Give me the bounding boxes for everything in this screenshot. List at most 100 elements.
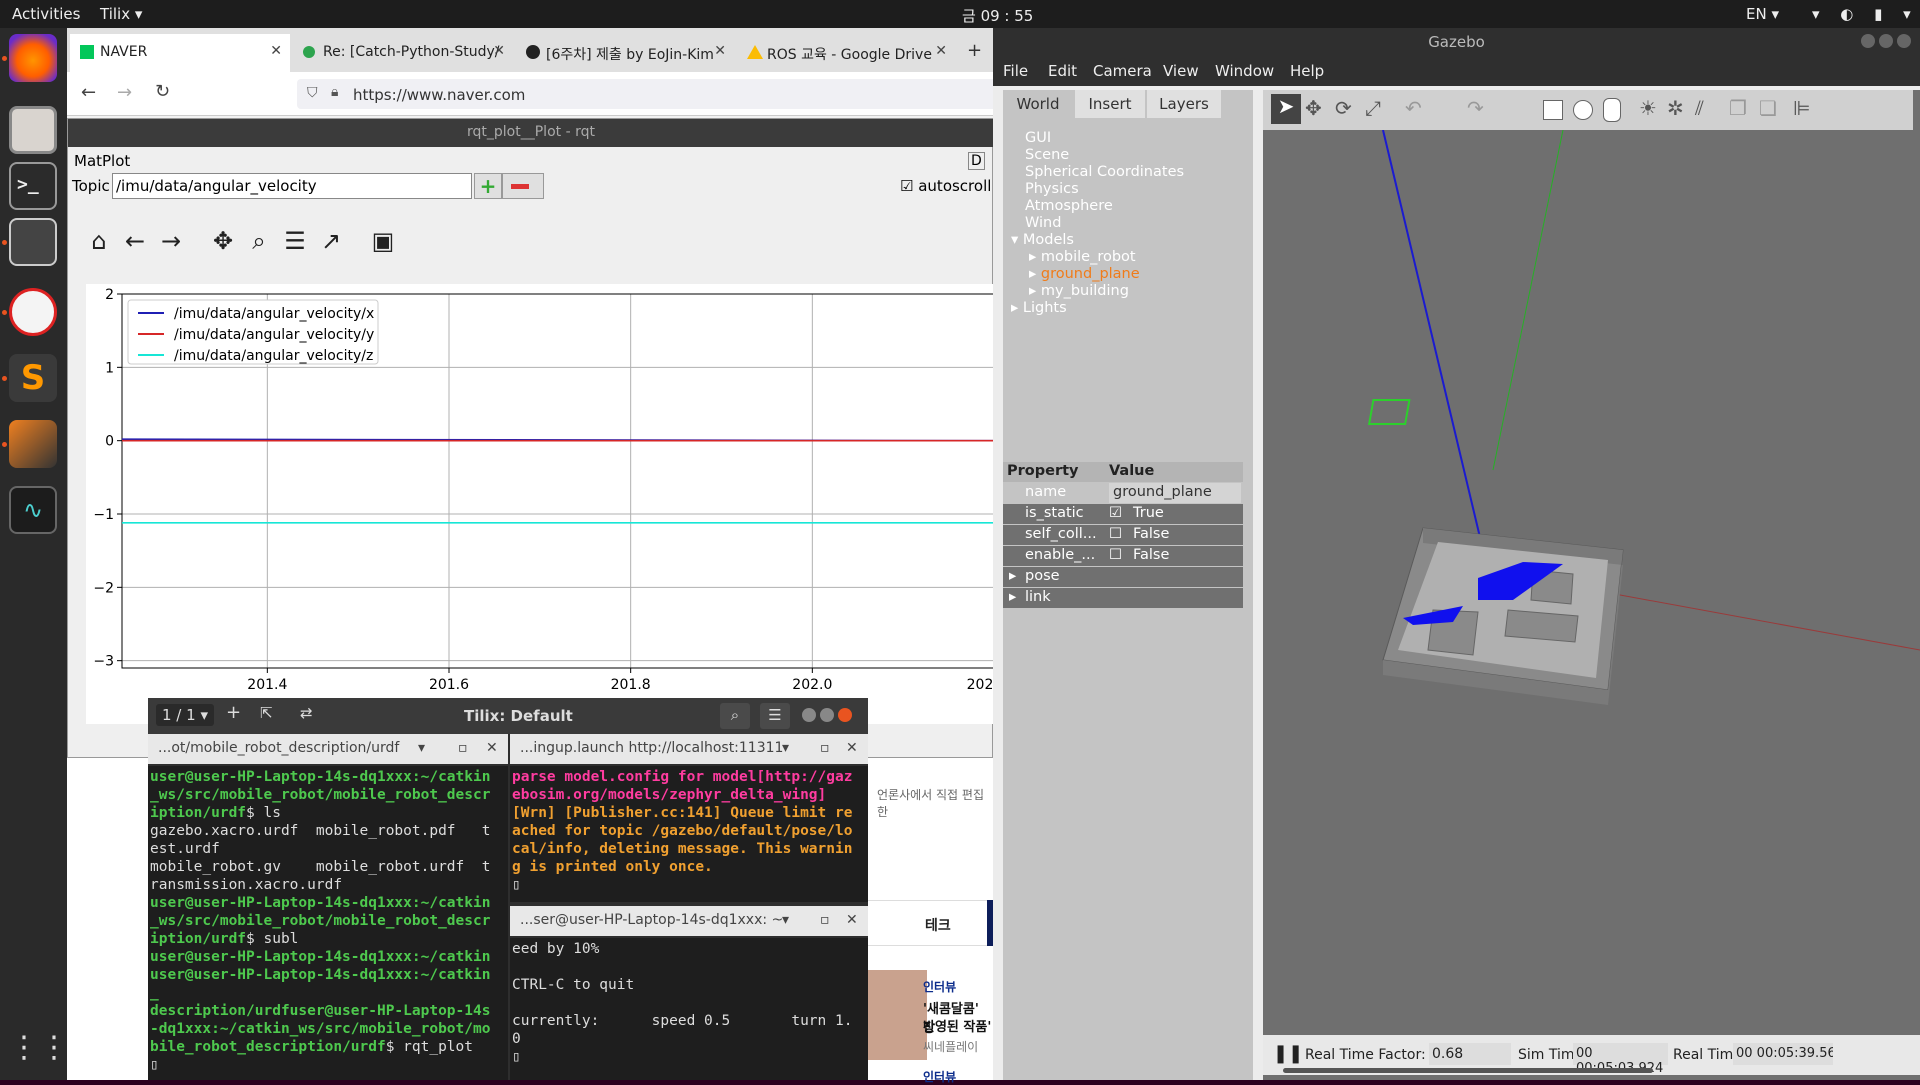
tree-model-ground-plane[interactable]: ▸ ground_plane bbox=[1029, 266, 1140, 282]
spot-light-icon[interactable]: ✲ bbox=[1667, 96, 1684, 120]
terminal-icon[interactable]: >_ bbox=[9, 162, 57, 210]
reload-icon[interactable]: ↻ bbox=[155, 81, 170, 102]
forward-icon[interactable]: → bbox=[117, 82, 132, 103]
minimize-icon[interactable] bbox=[1861, 34, 1875, 48]
close-icon[interactable]: ✕ bbox=[270, 43, 282, 59]
menu-camera[interactable]: Camera bbox=[1093, 62, 1152, 80]
prop-value[interactable]: ground_plane bbox=[1109, 483, 1241, 503]
tree-atmosphere[interactable]: Atmosphere bbox=[1025, 198, 1113, 214]
copy-icon[interactable]: ❐ bbox=[1729, 96, 1747, 120]
tab-layers[interactable]: Layers bbox=[1147, 90, 1221, 118]
chevron-down-icon[interactable]: ▾ bbox=[418, 740, 425, 756]
menu-window[interactable]: Window bbox=[1215, 62, 1274, 80]
zoom-icon[interactable]: ⌕ bbox=[244, 227, 274, 257]
tree-models[interactable]: ▾ Models bbox=[1011, 232, 1074, 248]
checkbox-checked-icon[interactable]: ☑ bbox=[1109, 505, 1122, 521]
pan-icon[interactable]: ✥ bbox=[208, 227, 238, 257]
pause-icon[interactable]: ❚❚ bbox=[1273, 1043, 1303, 1064]
tree-spherical-coordinates[interactable]: Spherical Coordinates bbox=[1025, 164, 1184, 180]
plot-area[interactable]: 2 1 0 −1 −2 −3 201.4 201.6 201.8 202.0 202/imu/dat… bbox=[86, 284, 995, 724]
checkbox-icon[interactable]: ☐ bbox=[1109, 526, 1122, 542]
home-icon[interactable]: ⌂ bbox=[84, 227, 114, 257]
minimize-icon[interactable] bbox=[802, 708, 816, 722]
scale-mode-icon[interactable]: ⤢ bbox=[1365, 96, 1381, 120]
autoscroll-checkbox[interactable]: ☑ autoscroll bbox=[900, 177, 991, 195]
maximize-icon[interactable] bbox=[820, 708, 834, 722]
new-tab-icon[interactable]: + bbox=[967, 40, 982, 61]
add-topic-button[interactable]: + bbox=[474, 173, 502, 199]
maximize-pane-icon[interactable]: ▫ bbox=[458, 740, 468, 756]
search-icon[interactable]: ⌕ bbox=[720, 703, 750, 729]
add-session-icon[interactable]: + bbox=[226, 702, 241, 723]
box-shape-icon[interactable] bbox=[1543, 100, 1563, 120]
news-thumbnail[interactable] bbox=[867, 970, 927, 1060]
redo-icon[interactable]: ↷ bbox=[1467, 96, 1484, 120]
close-pane-icon[interactable]: ✕ bbox=[846, 912, 858, 928]
close-icon[interactable]: ✕ bbox=[935, 43, 947, 59]
pane1-header[interactable]: ...ot/mobile_robot_description/urdf ▾ ▫ … bbox=[148, 734, 508, 764]
tab-world[interactable]: World bbox=[1003, 90, 1073, 118]
tree-gui[interactable]: GUI bbox=[1025, 130, 1051, 146]
save-icon[interactable]: ▣ bbox=[368, 227, 398, 257]
language-indicator[interactable]: EN ▾ bbox=[1746, 5, 1779, 23]
terminal-pane-2[interactable]: parse model.config for model[http://gaz e… bbox=[510, 766, 868, 902]
show-applications-icon[interactable]: ⋮⋮ bbox=[9, 1026, 69, 1074]
maximize-pane-icon[interactable]: ▫ bbox=[820, 912, 830, 928]
maximize-pane-icon[interactable]: ▫ bbox=[820, 740, 830, 756]
close-icon[interactable]: ✕ bbox=[493, 43, 505, 59]
remove-topic-button[interactable] bbox=[502, 173, 544, 199]
maximize-icon[interactable] bbox=[1879, 34, 1893, 48]
terminal-pane-1[interactable]: user@user-HP-Laptop-14s-dq1xxx:~/catkin _… bbox=[148, 766, 508, 1080]
configure-subplots-icon[interactable]: ☰ bbox=[280, 227, 310, 257]
menu-file[interactable]: File bbox=[1003, 62, 1028, 80]
close-icon[interactable] bbox=[1897, 34, 1911, 48]
terminal-pane-3[interactable]: eed by 10% CTRL-C to quit currently: speed… bbox=[510, 938, 868, 1080]
tab-google-drive[interactable]: ROS 교육 - Google Drive ✕ bbox=[737, 34, 955, 72]
tab-github-pr[interactable]: [6주차] 제출 by EoJin-Kim ✕ bbox=[516, 34, 734, 72]
undo-icon[interactable]: ↶ bbox=[1405, 96, 1422, 120]
directional-light-icon[interactable]: ⫽ bbox=[1695, 96, 1704, 120]
line-chart[interactable]: 2 1 0 −1 −2 −3 201.4 201.6 201.8 202.0 202/imu/dat… bbox=[86, 284, 995, 724]
3d-viewport[interactable]: ➤ ✥ ⟳ ⤢ ↶ ↷ ☀ ✲ ⫽ ❐ ❏ ⊫ ❚❚ Real Time Fac… bbox=[1263, 90, 1920, 1080]
tree-scene[interactable]: Scene bbox=[1025, 147, 1069, 163]
news-tab-tech[interactable]: 테크 bbox=[925, 915, 951, 935]
sync-input-icon[interactable]: ⇄ bbox=[300, 704, 313, 722]
prop-row-pose[interactable]: ▸ pose bbox=[1003, 567, 1243, 587]
align-icon[interactable]: ⊫ bbox=[1793, 96, 1810, 120]
point-light-icon[interactable]: ☀ bbox=[1639, 96, 1657, 120]
close-pane-icon[interactable]: ✕ bbox=[846, 740, 858, 756]
translate-mode-icon[interactable]: ✥ bbox=[1305, 96, 1322, 120]
tree-lights[interactable]: ▸ Lights bbox=[1011, 300, 1067, 316]
pane3-header[interactable]: ...ser@user-HP-Laptop-14s-dq1xxx: ~ ▾ ▫ … bbox=[510, 906, 868, 936]
tab-naver[interactable]: NAVER ✕ bbox=[70, 34, 290, 72]
clock[interactable]: 금 09 : 55 bbox=[962, 5, 1033, 26]
sphere-shape-icon[interactable] bbox=[1573, 100, 1593, 120]
tree-model-my-building[interactable]: ▸ my_building bbox=[1029, 283, 1129, 299]
url-input[interactable]: ⛉ 🔒︎ https://www.naver.com bbox=[297, 79, 997, 109]
forward-icon[interactable]: → bbox=[156, 227, 186, 257]
select-mode-icon[interactable]: ➤ bbox=[1271, 94, 1301, 124]
panel-badge[interactable]: D bbox=[968, 152, 985, 170]
menu-icon[interactable]: ☰ bbox=[760, 703, 790, 729]
menu-view[interactable]: View bbox=[1163, 62, 1199, 80]
close-pane-icon[interactable]: ✕ bbox=[486, 740, 498, 756]
topic-input[interactable]: /imu/data/angular_velocity bbox=[112, 173, 472, 199]
tilix-icon[interactable] bbox=[9, 218, 57, 266]
firefox-icon[interactable] bbox=[9, 34, 57, 82]
menu-edit[interactable]: Edit bbox=[1048, 62, 1077, 80]
tab-catch-python[interactable]: Re: [Catch-Python-Study/✕ bbox=[293, 34, 513, 72]
close-icon[interactable] bbox=[838, 708, 852, 722]
viewport-scrollbar[interactable] bbox=[1283, 1068, 1653, 1073]
files-icon[interactable] bbox=[9, 106, 57, 154]
app-menu[interactable]: Tilix ▾ bbox=[100, 5, 142, 23]
chevron-down-icon[interactable]: ▾ bbox=[782, 740, 789, 756]
system-monitor-icon[interactable]: ∿ bbox=[9, 486, 57, 534]
gazebo-icon[interactable] bbox=[9, 420, 57, 468]
rotate-mode-icon[interactable]: ⟳ bbox=[1335, 96, 1352, 120]
sublime-text-icon[interactable]: S bbox=[9, 354, 57, 402]
close-icon[interactable]: ✕ bbox=[714, 43, 726, 59]
system-tray[interactable]: ▾ ◐ ▮ ▾ bbox=[1812, 5, 1919, 23]
chevron-down-icon[interactable]: ▾ bbox=[782, 912, 789, 928]
menu-help[interactable]: Help bbox=[1290, 62, 1324, 80]
text-editor-icon[interactable] bbox=[9, 288, 57, 336]
